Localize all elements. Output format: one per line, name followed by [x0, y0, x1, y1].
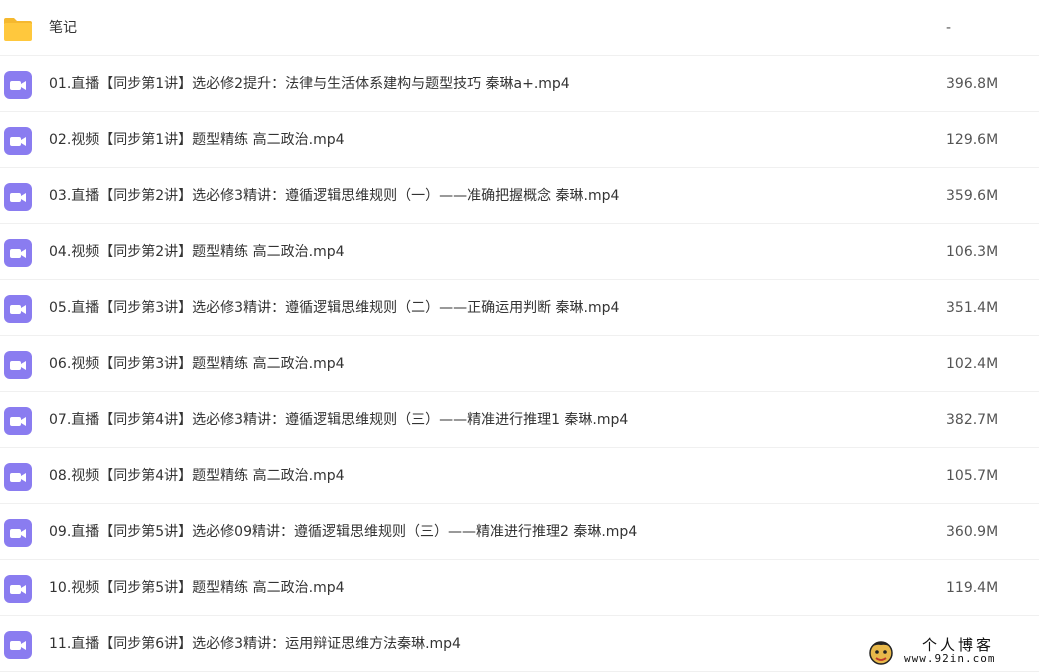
file-name: 笔记 [49, 20, 77, 36]
list-item-video[interactable]: 08.视频【同步第4讲】题型精练 高二政治.mp4 105.7M [0, 448, 1039, 504]
file-size: 382.7M [946, 412, 999, 428]
video-file-icon [3, 350, 33, 380]
video-file-icon [3, 630, 33, 660]
file-size: 351.4M [946, 300, 999, 316]
file-size: 360.9M [946, 524, 999, 540]
list-item-video[interactable]: 10.视频【同步第5讲】题型精练 高二政治.mp4 119.4M [0, 560, 1039, 616]
file-size: 129.6M [946, 132, 999, 148]
list-item-video[interactable]: 07.直播【同步第4讲】选必修3精讲：遵循逻辑思维规则（三）——精准进行推理1 … [0, 392, 1039, 448]
list-item-video[interactable]: 05.直播【同步第3讲】选必修3精讲：遵循逻辑思维规则（二）——正确运用判断 秦… [0, 280, 1039, 336]
file-size: 105.7M [946, 468, 999, 484]
blog-logo-icon [868, 637, 894, 665]
file-size: 359.6M [946, 188, 999, 204]
video-file-icon [3, 182, 33, 212]
file-size: 119.4M [946, 580, 999, 596]
file-list: 笔记 - 01.直播【同步第1讲】选必修2提升：法律与生活体系建构与题型技巧 秦… [0, 0, 1039, 672]
file-name: 02.视频【同步第1讲】题型精练 高二政治.mp4 [49, 132, 345, 148]
file-size: 106.3M [946, 244, 999, 260]
folder-icon [3, 14, 33, 44]
file-name: 04.视频【同步第2讲】题型精练 高二政治.mp4 [49, 244, 345, 260]
file-size: 102.4M [946, 356, 999, 372]
file-name: 08.视频【同步第4讲】题型精练 高二政治.mp4 [49, 468, 345, 484]
file-name: 09.直播【同步第5讲】选必修09精讲：遵循逻辑思维规则（三）——精准进行推理2… [49, 524, 638, 540]
file-size: - [946, 20, 952, 36]
list-item-video[interactable]: 04.视频【同步第2讲】题型精练 高二政治.mp4 106.3M [0, 224, 1039, 280]
list-item-video[interactable]: 06.视频【同步第3讲】题型精练 高二政治.mp4 102.4M [0, 336, 1039, 392]
file-name: 10.视频【同步第5讲】题型精练 高二政治.mp4 [49, 580, 345, 596]
video-file-icon [3, 518, 33, 548]
file-name: 07.直播【同步第4讲】选必修3精讲：遵循逻辑思维规则（三）——精准进行推理1 … [49, 412, 629, 428]
watermark: 个人博客 www.92in.com [866, 634, 1026, 670]
video-file-icon [3, 574, 33, 604]
video-file-icon [3, 294, 33, 324]
list-item-folder[interactable]: 笔记 - [0, 0, 1039, 56]
file-name: 06.视频【同步第3讲】题型精练 高二政治.mp4 [49, 356, 345, 372]
video-file-icon [3, 126, 33, 156]
file-name: 11.直播【同步第6讲】选必修3精讲：运用辩证思维方法秦琳.mp4 [49, 636, 461, 652]
video-file-icon [3, 238, 33, 268]
watermark-url: www.92in.com [904, 652, 996, 665]
list-item-video[interactable]: 02.视频【同步第1讲】题型精练 高二政治.mp4 129.6M [0, 112, 1039, 168]
file-name: 01.直播【同步第1讲】选必修2提升：法律与生活体系建构与题型技巧 秦琳a+.m… [49, 76, 570, 92]
file-size: 396.8M [946, 76, 999, 92]
list-item-video[interactable]: 03.直播【同步第2讲】选必修3精讲：遵循逻辑思维规则（一）——准确把握概念 秦… [0, 168, 1039, 224]
list-item-video[interactable]: 01.直播【同步第1讲】选必修2提升：法律与生活体系建构与题型技巧 秦琳a+.m… [0, 56, 1039, 112]
list-item-video[interactable]: 09.直播【同步第5讲】选必修09精讲：遵循逻辑思维规则（三）——精准进行推理2… [0, 504, 1039, 560]
file-name: 03.直播【同步第2讲】选必修3精讲：遵循逻辑思维规则（一）——准确把握概念 秦… [49, 188, 620, 204]
video-file-icon [3, 70, 33, 100]
file-name: 05.直播【同步第3讲】选必修3精讲：遵循逻辑思维规则（二）——正确运用判断 秦… [49, 300, 620, 316]
video-file-icon [3, 406, 33, 436]
video-file-icon [3, 462, 33, 492]
